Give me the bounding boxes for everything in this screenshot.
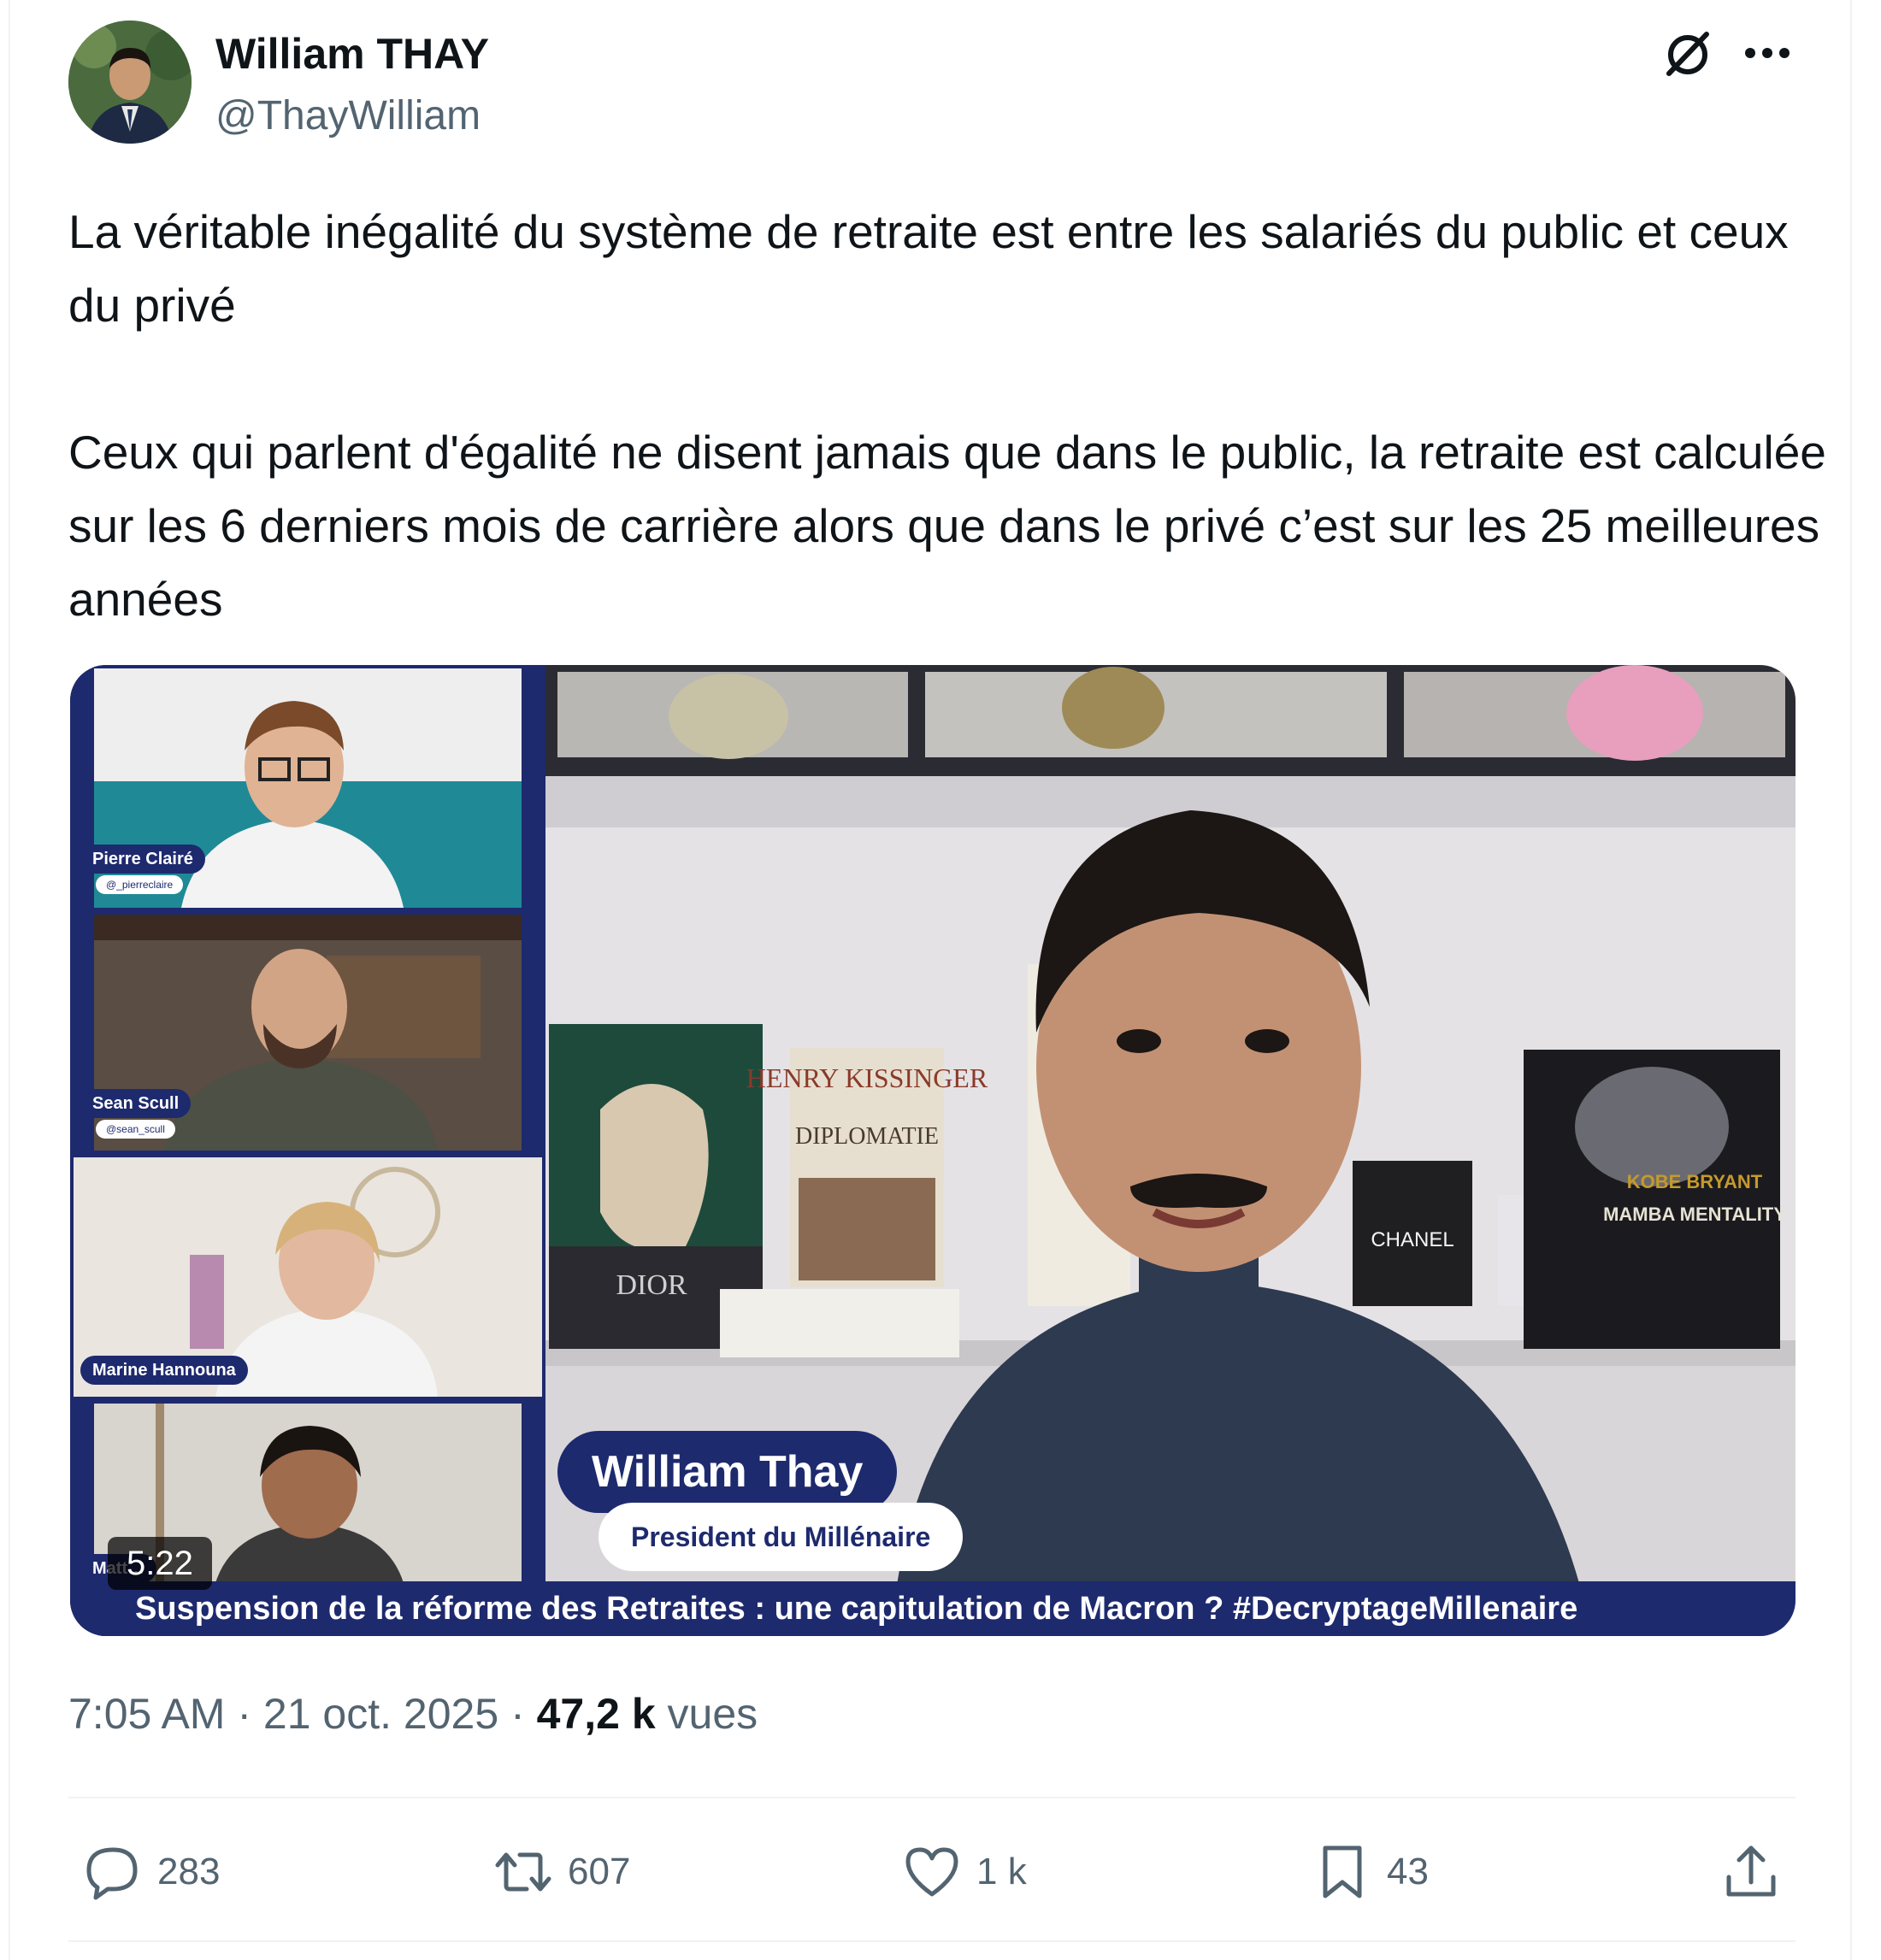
divider bbox=[68, 1940, 1796, 1942]
participant-1-name: Pierre Clairé bbox=[80, 845, 205, 874]
reply-count: 283 bbox=[157, 1851, 221, 1892]
book-kissinger-title: DIPLOMATIE bbox=[795, 1123, 939, 1150]
box-chanel: CHANEL bbox=[1353, 1161, 1472, 1306]
meta-separator: · bbox=[510, 1690, 525, 1738]
more-icon[interactable] bbox=[1737, 26, 1797, 80]
heart-icon bbox=[905, 1847, 958, 1897]
author-name[interactable]: William THAY bbox=[215, 29, 489, 79]
bookmark-button[interactable]: 43 bbox=[1312, 1838, 1429, 1906]
tweet-paragraph-1: La véritable inégalité du système de ret… bbox=[68, 205, 1789, 332]
tweet-time[interactable]: 7:05 AM bbox=[68, 1690, 225, 1738]
participant-1-handle: @_pierreclaire bbox=[96, 875, 184, 894]
video-player[interactable]: HENRY KISSINGER DIPLOMATIE DIOR CHANEL K… bbox=[70, 665, 1796, 1636]
author-handle[interactable]: @ThayWilliam bbox=[215, 92, 481, 139]
tweet-text: La véritable inégalité du système de ret… bbox=[68, 195, 1830, 636]
reply-icon bbox=[86, 1847, 138, 1900]
dior-label: DIOR bbox=[616, 1269, 687, 1301]
bookmark-count: 43 bbox=[1387, 1851, 1429, 1892]
like-button[interactable]: 1 k bbox=[901, 1838, 1027, 1906]
bookmark-icon bbox=[1323, 1845, 1362, 1898]
mamba-title: MAMBA MENTALITY bbox=[1603, 1204, 1786, 1225]
repost-button[interactable]: 607 bbox=[492, 1838, 630, 1906]
tweet-meta: 7:05 AM · 21 oct. 2025 · 47,2 k vues bbox=[68, 1689, 758, 1739]
chanel-label: CHANEL bbox=[1371, 1228, 1454, 1251]
repost-count: 607 bbox=[568, 1851, 631, 1892]
participant-3-name: Marine Hannouna bbox=[80, 1356, 248, 1385]
avatar-image bbox=[68, 21, 192, 144]
participant-2-handle: @sean_scull bbox=[96, 1120, 175, 1139]
views-label: vues bbox=[667, 1690, 758, 1738]
views-count: 47,2 k bbox=[536, 1690, 656, 1738]
tweet-paragraph-2: Ceux qui parlent d'égalité ne disent jam… bbox=[68, 426, 1826, 626]
book-mamba: KOBE BRYANT MAMBA MENTALITY bbox=[1524, 1050, 1786, 1349]
repost-icon bbox=[495, 1852, 551, 1892]
video-duration: 5:22 bbox=[108, 1537, 212, 1590]
share-icon bbox=[1726, 1845, 1776, 1897]
divider bbox=[68, 1797, 1796, 1798]
reply-button[interactable]: 283 bbox=[82, 1838, 220, 1906]
share-button[interactable] bbox=[1720, 1838, 1782, 1906]
speaker-name-overlay: William Thay bbox=[557, 1431, 898, 1513]
mamba-author: KOBE BRYANT bbox=[1627, 1171, 1763, 1192]
tweet-card: William THAY @ThayWilliam La véritable i… bbox=[9, 0, 1852, 1960]
meta-separator: · bbox=[237, 1690, 252, 1738]
like-count: 1 k bbox=[976, 1851, 1027, 1892]
author-avatar[interactable] bbox=[68, 21, 192, 144]
video-frame: HENRY KISSINGER DIPLOMATIE DIOR CHANEL K… bbox=[70, 665, 1796, 1636]
speaker-title-overlay: President du Millénaire bbox=[598, 1503, 964, 1571]
book-kissinger-author: HENRY KISSINGER bbox=[746, 1062, 988, 1093]
grok-icon[interactable] bbox=[1660, 26, 1715, 80]
participant-2-name: Sean Scull bbox=[80, 1089, 192, 1118]
tweet-date[interactable]: 21 oct. 2025 bbox=[263, 1690, 498, 1738]
video-ticker: Suspension de la réforme des Retraites :… bbox=[70, 1581, 1796, 1636]
